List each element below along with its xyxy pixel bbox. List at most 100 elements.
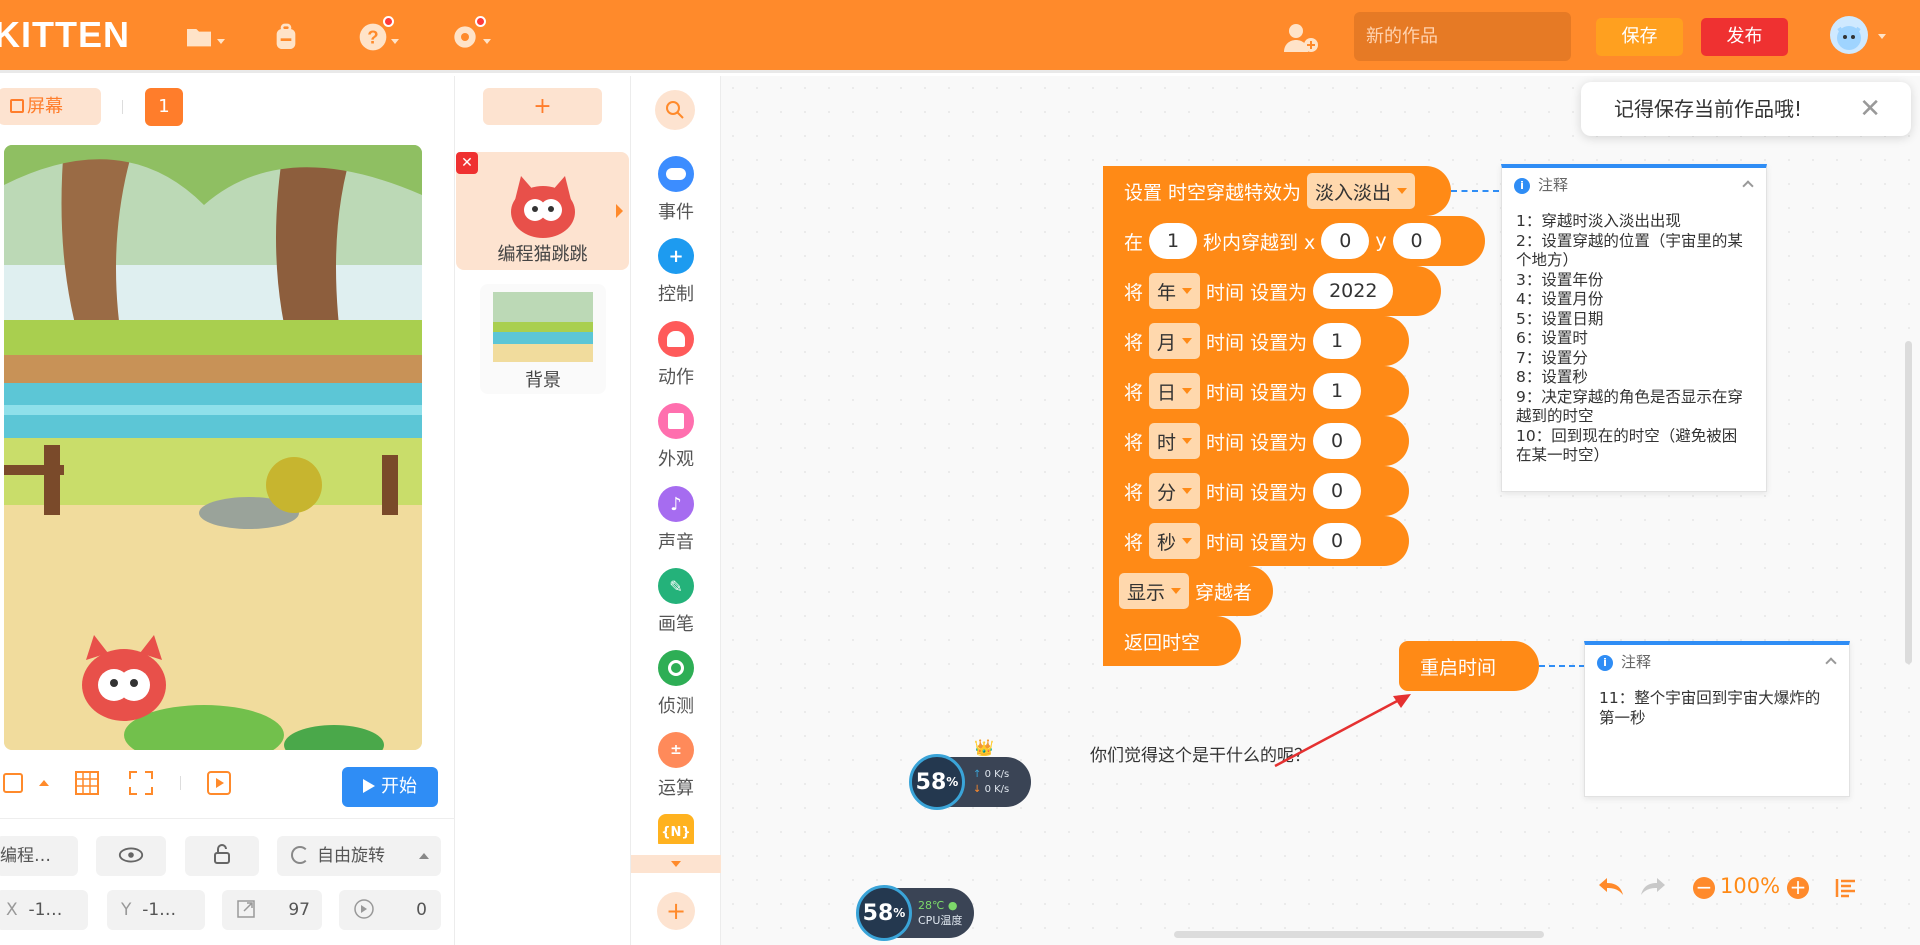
fullscreen-button[interactable] [126, 768, 156, 798]
grid-toggle[interactable] [72, 768, 102, 798]
comment-note[interactable]: i 注释 11：整个宇宙回到宇宙大爆炸的第一秒 [1584, 641, 1850, 797]
set-year-block[interactable]: 将 年 时间 设置为 2022 [1103, 266, 1441, 316]
category-sensing[interactable]: 侦测 [631, 650, 721, 718]
settings-menu[interactable] [446, 16, 494, 54]
zoom-out-button[interactable]: − [1693, 877, 1715, 899]
search-button[interactable] [655, 90, 695, 130]
note-connector [1539, 665, 1585, 667]
value-input[interactable]: 2022 [1313, 273, 1394, 309]
category-variables[interactable]: {N} [631, 814, 721, 844]
set-hour-block[interactable]: 将 时 时间 设置为 0 [1103, 416, 1409, 466]
direction-field[interactable]: 0 [339, 890, 441, 930]
value-input[interactable]: 0 [1313, 423, 1362, 459]
delete-sprite-button[interactable]: ✕ [456, 152, 478, 174]
restart-time-block[interactable]: 重启时间 [1399, 641, 1539, 691]
unit-dropdown[interactable]: 月 [1149, 323, 1201, 359]
comment-note[interactable]: i 注释 1：穿越时淡入淡出出现 2：设置穿越的位置（宇宙里的某个地方） 3：设置年份… [1501, 164, 1767, 492]
close-icon[interactable]: ✕ [1859, 96, 1881, 122]
save-button[interactable]: 保存 [1596, 18, 1683, 56]
app-logo: KITTEN [0, 14, 130, 55]
record-button[interactable] [204, 768, 234, 798]
value-input[interactable]: 1 [1313, 323, 1362, 359]
visibility-toggle[interactable] [96, 836, 166, 876]
unit-dropdown[interactable]: 秒 [1149, 523, 1201, 559]
category-control[interactable]: + 控制 [631, 238, 721, 306]
publish-button[interactable]: 发布 [1701, 18, 1788, 56]
sprite-name-field[interactable]: 编程… [0, 836, 78, 876]
cpu-temp-widget[interactable]: 58% 28℃ ● CPU温度 [856, 885, 974, 941]
note-line: 6：设置时 [1516, 329, 1588, 347]
travel-block[interactable]: 在 1 秒内穿越到 x 0 y 0 [1103, 216, 1485, 266]
collaborate-button[interactable] [1282, 22, 1320, 58]
resize-icon [237, 900, 255, 918]
unit-dropdown[interactable]: 年 [1149, 273, 1201, 309]
set-effect-block[interactable]: 设置 时空穿越特效为 淡入淡出 [1103, 166, 1451, 216]
category-pen[interactable]: ✎ 画笔 [631, 568, 721, 636]
small-stage-icon[interactable] [0, 768, 30, 798]
x-position-field[interactable]: X -1… [0, 890, 88, 930]
category-events[interactable]: 事件 [631, 156, 721, 224]
zoom-in-button[interactable]: + [1787, 877, 1809, 899]
organize-blocks-button[interactable] [1834, 876, 1858, 904]
chevron-right-icon[interactable] [616, 204, 623, 218]
help-menu[interactable]: ? [354, 16, 402, 54]
network-monitor-widget[interactable]: 58% ↑ 0 K/s ↓ 0 K/s [909, 754, 1031, 810]
target-icon [658, 650, 694, 686]
set-second-block[interactable]: 将 秒 时间 设置为 0 [1103, 516, 1409, 566]
background-card[interactable]: 背景 [480, 284, 606, 394]
effect-dropdown[interactable]: 淡入淡出 [1307, 173, 1416, 209]
category-motion[interactable]: 动作 [631, 321, 721, 389]
show-traveler-block[interactable]: 显示 穿越者 [1103, 566, 1273, 616]
category-sound[interactable]: ♪ 声音 [631, 486, 721, 554]
add-user-icon [1284, 24, 1318, 52]
grid-icon [75, 771, 99, 795]
gamepad-icon: + [658, 238, 694, 274]
return-block[interactable]: 返回时空 [1103, 616, 1241, 666]
screen-button[interactable]: 屏幕 [0, 88, 101, 125]
unit-dropdown[interactable]: 时 [1149, 423, 1201, 459]
collapse-icon[interactable] [1825, 657, 1837, 669]
size-field[interactable]: 97 [222, 890, 322, 930]
unit-dropdown[interactable]: 分 [1149, 473, 1201, 509]
sprite-card[interactable]: 编程猫跳跳 [456, 152, 629, 270]
y-input[interactable]: 0 [1392, 223, 1441, 259]
y-position-field[interactable]: Y -1… [107, 890, 205, 930]
backpack-button[interactable] [262, 20, 310, 54]
lock-toggle[interactable] [185, 836, 259, 876]
code-workspace[interactable]: 设置 时空穿越特效为 淡入淡出 在 1 秒内穿越到 x 0 y 0 将 年 时间… [721, 76, 1920, 945]
unit-dropdown[interactable]: 日 [1149, 373, 1201, 409]
visibility-dropdown[interactable]: 显示 [1119, 573, 1190, 609]
horizontal-scrollbar[interactable] [1174, 931, 1544, 938]
value-input[interactable]: 1 [1313, 373, 1362, 409]
zoom-level: 100% [1720, 874, 1781, 898]
scene-tab[interactable]: 1 [145, 88, 183, 126]
note-line: 1：穿越时淡入淡出出现 [1516, 212, 1681, 230]
project-title-input[interactable]: 新的作品 [1354, 12, 1571, 61]
note-line: 10：回到现在的时空（避免被困在某一时空） [1516, 426, 1738, 465]
add-sprite-button[interactable]: + [483, 88, 602, 125]
add-extension-button[interactable]: + [657, 892, 695, 930]
x-input[interactable]: 0 [1321, 223, 1370, 259]
set-month-block[interactable]: 将 月 时间 设置为 1 [1103, 316, 1409, 366]
avatar[interactable] [1830, 16, 1868, 54]
value-input[interactable]: 0 [1313, 473, 1362, 509]
sprite-panel: + 编程猫跳跳 ✕ 背景 [456, 76, 631, 945]
collapse-icon[interactable] [1742, 180, 1754, 192]
chevron-down-icon[interactable] [1878, 34, 1886, 39]
set-minute-block[interactable]: 将 分 时间 设置为 0 [1103, 466, 1409, 516]
set-day-block[interactable]: 将 日 时间 设置为 1 [1103, 366, 1409, 416]
file-menu[interactable] [180, 20, 228, 54]
category-operators[interactable]: ± 运算 [631, 732, 721, 800]
undo-button[interactable] [1597, 874, 1625, 902]
value-input[interactable]: 0 [1313, 523, 1362, 559]
start-button[interactable]: 开始 [342, 767, 438, 807]
redo-button[interactable] [1639, 874, 1667, 902]
rotation-mode-select[interactable]: 自由旋转 [277, 836, 441, 876]
vertical-scrollbar[interactable] [1905, 341, 1912, 664]
chevron-down-icon [217, 38, 225, 44]
chevron-up-icon[interactable] [39, 780, 49, 786]
category-looks[interactable]: 外观 [631, 403, 721, 471]
seconds-input[interactable]: 1 [1149, 223, 1198, 259]
stage-canvas[interactable] [4, 145, 422, 750]
scroll-down-button[interactable] [631, 855, 721, 873]
